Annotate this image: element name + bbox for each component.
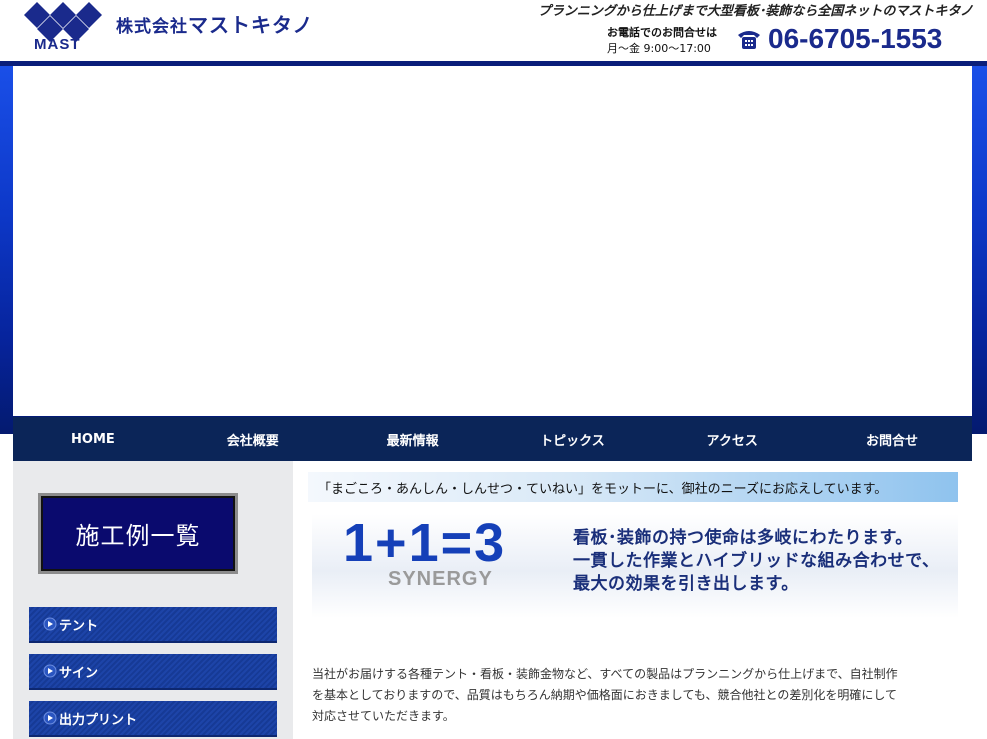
nav-company[interactable]: 会社概要 [173,417,333,461]
telephone-icon [738,31,760,49]
synergy-line: 最大の効果を引き出します。 [573,574,799,594]
motto-text: 「まごころ・あんしん・しんせつ・ていねい」をモットーに、御社のニーズにお応えして… [318,481,888,497]
motto-banner: 「まごころ・あんしん・しんせつ・ていねい」をモットーに、御社のニーズにお応えして… [308,472,958,502]
contact-label: お電話でのお問合せは [607,26,717,39]
main-nav: HOME 会社概要 最新情報 トピックス アクセス お問合せ [13,417,972,461]
triangle-right-icon [43,711,57,725]
synergy-equation: 1+1=3 [343,513,507,573]
company-name[interactable]: 株式会社マストキタノ [116,9,313,38]
intro-line: 対応させていただきます。 [312,709,455,723]
sidebar-item-sign[interactable]: サイン [29,654,277,690]
intro-line: を基本としておりますので、品質はもちろん納期や価格面におきましても、競合他社との… [312,688,898,702]
hero-image [13,66,972,416]
nav-topics[interactable]: トピックス [492,417,652,461]
sidebar-item-label: テント [59,618,99,634]
works-list-button[interactable]: 施工例一覧 [38,493,238,574]
header-tagline: プランニングから仕上げまで大型看板･装飾なら全国ネットのマストキタノ [537,4,973,19]
synergy-line: 一貫した作業とハイブリッドな組み合わせで、 [573,551,940,571]
company-prefix: 株式会社 [116,17,188,37]
triangle-right-icon [43,664,57,678]
contact-hours: 月～金 9:00～17:00 [607,42,711,55]
logo-text: MAST [34,36,81,53]
sidebar-item-print[interactable]: 出力プリント [29,701,277,737]
site-header: MAST 株式会社マストキタノ プランニングから仕上げまで大型看板･装飾なら全国… [0,0,987,62]
sidebar-item-label: サイン [59,665,99,681]
phone-number[interactable]: 06-6705-1553 [768,23,942,55]
intro-paragraph: 当社がお届けする各種テント・看板・装飾金物など、すべての製品はプランニングから仕… [312,664,962,727]
nav-access[interactable]: アクセス [652,417,812,461]
triangle-right-icon [43,617,57,631]
sidebar-item-label: 出力プリント [59,712,138,728]
nav-contact[interactable]: お問合せ [812,417,972,461]
synergy-line: 看板･装飾の持つ使命は多岐にわたります。 [573,528,913,548]
nav-home[interactable]: HOME [13,417,173,461]
intro-line: 当社がお届けする各種テント・看板・装飾金物など、すべての製品はプランニングから仕… [312,667,898,681]
synergy-word: SYNERGY [388,568,493,590]
sidebar-item-tent[interactable]: テント [29,607,277,643]
works-list-label: 施工例一覧 [75,522,201,550]
nav-news[interactable]: 最新情報 [333,417,493,461]
company-name-text: マストキタノ [188,13,314,37]
